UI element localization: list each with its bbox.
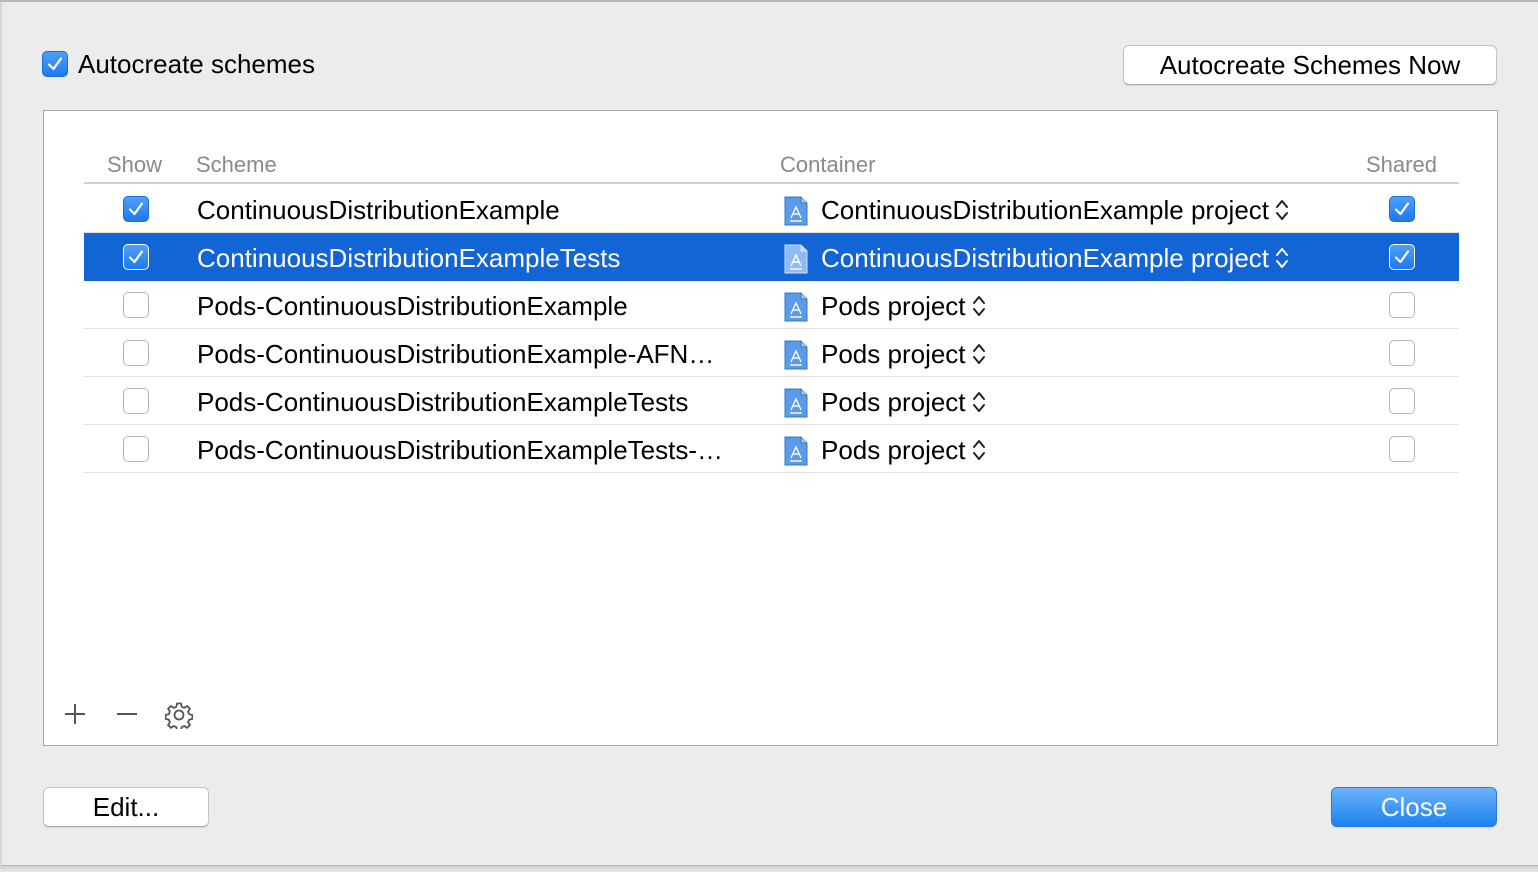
popup-arrows-icon[interactable] <box>972 390 986 414</box>
schemes-table-panel: Show Scheme Container Shared ContinuousD… <box>43 110 1498 746</box>
popup-arrows-icon[interactable] <box>1275 198 1289 222</box>
plus-icon[interactable] <box>62 701 88 727</box>
show-checkbox[interactable] <box>123 196 149 222</box>
xcode-project-icon <box>784 244 808 274</box>
autocreate-schemes-checkbox[interactable] <box>42 51 68 77</box>
window-bottom-shadow <box>0 866 1538 872</box>
show-checkbox[interactable] <box>123 436 149 462</box>
table-row[interactable]: ContinuousDistributionExampleTests Contin… <box>84 233 1459 281</box>
shared-checkbox[interactable] <box>1389 388 1415 414</box>
autocreate-schemes-label[interactable]: Autocreate schemes <box>78 48 315 80</box>
show-checkbox[interactable] <box>123 388 149 414</box>
shared-checkbox[interactable] <box>1389 436 1415 462</box>
scheme-name: Pods-ContinuousDistributionExampleTests <box>197 387 689 417</box>
xcode-project-icon <box>784 340 808 370</box>
manage-schemes-sheet: Autocreate schemes Autocreate Schemes No… <box>0 0 1538 868</box>
scheme-name: ContinuousDistributionExample <box>197 195 560 225</box>
scheme-name: Pods-ContinuousDistributionExample-AFN… <box>197 339 715 369</box>
popup-arrows-icon[interactable] <box>1275 246 1289 270</box>
minus-icon[interactable] <box>114 701 140 727</box>
autocreate-schemes-now-button[interactable]: Autocreate Schemes Now <box>1123 45 1497 85</box>
checkmark-icon <box>1394 202 1410 216</box>
window-edge <box>0 2 2 868</box>
show-checkbox[interactable] <box>123 292 149 318</box>
shared-checkbox[interactable] <box>1389 340 1415 366</box>
container-label: Pods project <box>821 291 966 321</box>
column-header-scheme[interactable]: Scheme <box>196 151 277 179</box>
edit-button[interactable]: Edit... <box>43 787 209 827</box>
container-label: ContinuousDistributionExample project <box>821 243 1270 273</box>
checkmark-icon <box>128 202 144 216</box>
shared-checkbox[interactable] <box>1389 196 1415 222</box>
header-separator <box>84 182 1459 184</box>
xcode-project-icon <box>784 436 808 466</box>
scheme-name: Pods-ContinuousDistributionExampleTests-… <box>197 435 724 465</box>
xcode-project-icon <box>784 388 808 418</box>
table-row[interactable]: Pods-ContinuousDistributionExampleTests-… <box>84 425 1459 473</box>
table-row[interactable]: Pods-ContinuousDistributionExample-AFN… P… <box>84 329 1459 377</box>
checkmark-icon <box>1394 250 1410 264</box>
checkmark-icon <box>47 57 63 71</box>
xcode-project-icon <box>784 292 808 322</box>
popup-arrows-icon[interactable] <box>972 294 986 318</box>
table-row[interactable]: Pods-ContinuousDistributionExampleTests P… <box>84 377 1459 425</box>
scheme-name: Pods-ContinuousDistributionExample <box>197 291 628 321</box>
popup-arrows-icon[interactable] <box>972 438 986 462</box>
close-button[interactable]: Close <box>1331 787 1497 827</box>
scheme-name: ContinuousDistributionExampleTests <box>197 243 621 273</box>
shared-checkbox[interactable] <box>1389 244 1415 270</box>
shared-checkbox[interactable] <box>1389 292 1415 318</box>
container-label: Pods project <box>821 387 966 417</box>
table-row[interactable]: Pods-ContinuousDistributionExample Pods p… <box>84 281 1459 329</box>
column-header-show[interactable]: Show <box>107 151 162 179</box>
xcode-project-icon <box>784 196 808 226</box>
popup-arrows-icon[interactable] <box>972 342 986 366</box>
table-row[interactable]: ContinuousDistributionExample ContinuousD… <box>84 185 1459 233</box>
column-header-shared[interactable]: Shared <box>1366 151 1437 179</box>
container-label: ContinuousDistributionExample project <box>821 195 1270 225</box>
column-header-container[interactable]: Container <box>780 151 875 179</box>
show-checkbox[interactable] <box>123 340 149 366</box>
container-label: Pods project <box>821 339 966 369</box>
container-label: Pods project <box>821 435 966 465</box>
checkmark-icon <box>128 250 144 264</box>
show-checkbox[interactable] <box>123 244 149 270</box>
gear-icon[interactable] <box>165 701 193 729</box>
